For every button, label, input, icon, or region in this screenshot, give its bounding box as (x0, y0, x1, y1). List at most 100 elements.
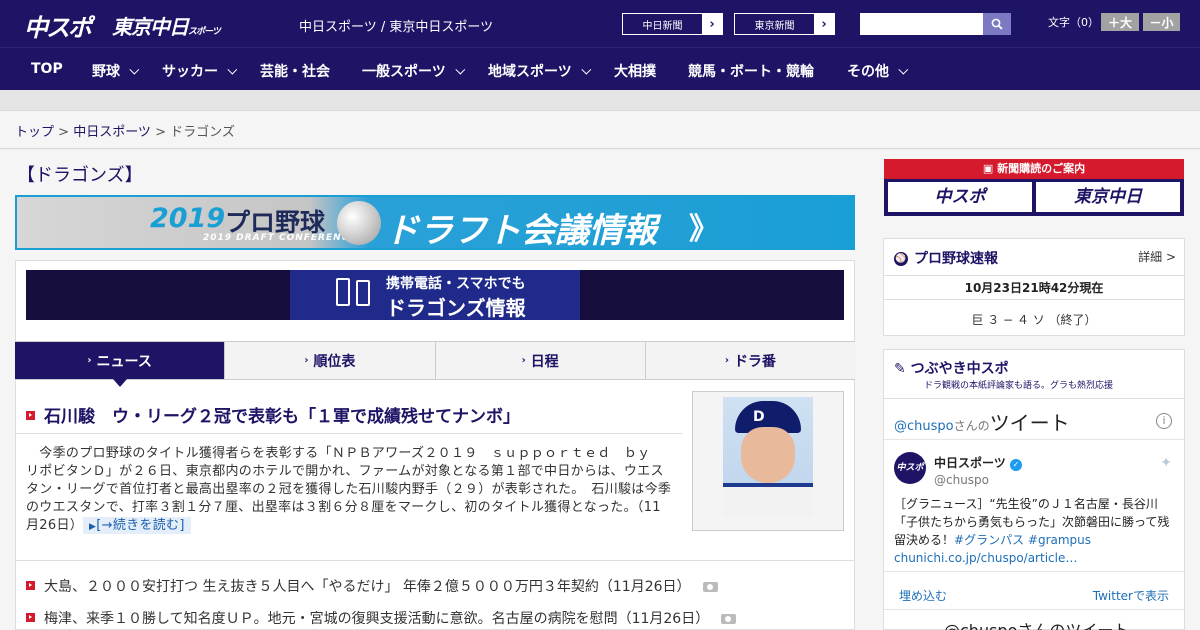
chevron-right-icon: › (87, 355, 92, 366)
list-item[interactable]: 大島、２０００安打打つ 生え抜き５人目へ「やるだけ」 年俸２億５０００万円３年契… (26, 576, 718, 596)
nav-label: 芸能・社会 (260, 64, 330, 80)
avatar[interactable]: 中スポ (894, 452, 926, 484)
breadcrumb-chunichi-sports[interactable]: 中日スポーツ (73, 125, 151, 140)
divider (884, 439, 1184, 440)
score-detail-link[interactable]: 詳細 > (1138, 248, 1176, 265)
top-bar: 中スポ 東京中日スポーツ 中日スポーツ / 東京中日スポーツ 中日新聞 › 東京… (0, 0, 1200, 47)
jersey (723, 483, 813, 517)
tab-label: 日程 (530, 353, 559, 370)
nav-item-regional-sports[interactable]: 地域スポーツ (488, 61, 592, 81)
breadcrumb-current: ドラゴンズ (170, 125, 235, 140)
news-title: 梅津、来季１０勝して知名度ＵＰ。地元・宮城の復興支援活動に意欲。名古屋の病院を慰… (44, 611, 710, 627)
nav-item-other[interactable]: その他 (847, 61, 909, 81)
nav-label: 競馬・ボート・競輪 (688, 64, 814, 80)
search-input[interactable] (860, 13, 983, 35)
mobile-banner[interactable]: 携帯電話・スマホでも ドラゴンズ情報 (26, 270, 844, 320)
newspaper-icon: ▣ (982, 162, 998, 175)
tweet-link[interactable]: chunichi.co.jp/chuspo/article… (894, 551, 1077, 565)
tab-schedule[interactable]: › 日程 (435, 342, 646, 379)
tweet-account-name-text: 中日スポーツ (934, 456, 1006, 470)
cap-logo: D (753, 409, 765, 425)
twitter-widget-title[interactable]: @chuspoさんのツイート (894, 407, 1070, 436)
tokyo-logo-text: 東京中日 (112, 15, 189, 39)
paper-link-label: 中日新聞 (623, 14, 702, 34)
twitter-footer[interactable]: @chuspoさんのツイート (944, 617, 1129, 630)
nav-item-sumo[interactable]: 大相撲 (614, 61, 656, 81)
tweet-account-name[interactable]: 中日スポーツ ✓ (934, 454, 1022, 471)
nav-label: 野球 (92, 64, 120, 80)
mobile-banner-line1: 携帯電話・スマホでも (386, 276, 526, 292)
tweets-promo-subtitle: ドラ観戦の本紙評論家も語る。グラも熱烈応援 (924, 381, 1114, 391)
score-timestamp: 10月23日21時42分現在 (964, 281, 1104, 295)
tweets-promo-title-text: つぶやき中スポ (910, 361, 1009, 377)
chevron-right-icon: › (821, 16, 827, 32)
tab-news[interactable]: › ニュース (15, 342, 226, 387)
player-photo[interactable]: D (723, 397, 813, 517)
read-more-label: [→続きを読む] (96, 518, 185, 533)
tokyo-shimbun-link[interactable]: 東京新聞 › (734, 13, 835, 35)
breadcrumb-top[interactable]: トップ (15, 125, 54, 140)
divider (16, 433, 682, 434)
nav-item-top[interactable]: TOP (31, 61, 63, 77)
mobile-banner-line2: ドラゴンズ情報 (386, 296, 526, 320)
search-button[interactable] (983, 13, 1011, 35)
chevron-right-icon: › (724, 355, 729, 366)
chuspo-logo[interactable]: 中スポ (24, 8, 92, 43)
top-story-headline[interactable]: 石川駿 ウ・リーグ２冠で表彰も「１軍で成績残せてナンボ」 (26, 402, 520, 427)
chevron-right-icon: › (709, 16, 715, 32)
camera-icon (702, 582, 718, 592)
nav-label: その他 (847, 64, 889, 80)
draft-banner[interactable]: 2019 プロ野球 2019 DRAFT CONFERENCE ドラフト会議情報… (15, 195, 855, 250)
nav-item-racing[interactable]: 競馬・ボート・競輪 (688, 61, 814, 81)
list-item[interactable]: 梅津、来季１０勝して知名度ＵＰ。地元・宮城の復興支援活動に意欲。名古屋の病院を慰… (26, 608, 737, 628)
font-size-label: 文字（0） (1048, 16, 1099, 29)
tab-standings[interactable]: › 順位表 (225, 342, 436, 379)
nav-label: 大相撲 (614, 64, 656, 80)
breadcrumb-separator: > (150, 125, 171, 140)
baseball-icon (337, 201, 381, 245)
twitter-tweet-word: ツイート (989, 411, 1070, 435)
twitter-bird-icon[interactable]: ✦ (1160, 455, 1172, 471)
embed-link[interactable]: 埋め込む (899, 587, 947, 604)
ad-strip (0, 90, 1200, 111)
divider (884, 609, 1184, 610)
nav-label: サッカー (162, 64, 218, 80)
nav-item-baseball[interactable]: 野球 (92, 61, 140, 81)
nav-item-entertainment[interactable]: 芸能・社会 (260, 61, 330, 81)
view-on-twitter-link[interactable]: Twitterで表示 (1093, 587, 1169, 604)
font-smaller-button[interactable]: －小 (1143, 13, 1180, 31)
headline-text: 石川駿 ウ・リーグ２冠で表彰も「１軍で成績残せてナンボ」 (44, 407, 520, 427)
draft-sub: 2019 DRAFT CONFERENCE (203, 233, 357, 243)
news-title: 大島、２０００安打打つ 生え抜き５人目へ「やるだけ」 年俸２億５０００万円３年契… (44, 579, 691, 595)
tab-dragons-reporter[interactable]: › ドラ番 (645, 342, 855, 379)
divider (16, 560, 854, 561)
smartphone-icon (356, 280, 370, 306)
font-bigger-button[interactable]: ＋大 (1101, 13, 1139, 31)
score-result[interactable]: 巨 ３ − ４ ソ （終了） (884, 311, 1184, 328)
nav-item-soccer[interactable]: サッカー (162, 61, 238, 81)
site-title: 中日スポーツ / 東京中日スポーツ (299, 20, 494, 35)
nav-item-general-sports[interactable]: 一般スポーツ (362, 61, 466, 81)
search-icon (991, 18, 1003, 30)
nav-label: 地域スポーツ (488, 64, 572, 80)
tweet-hashtag[interactable]: #グランパス (954, 533, 1024, 547)
tokyo-logo-small: スポーツ (188, 27, 221, 37)
tokyo-chunichi-logo[interactable]: 東京中日スポーツ (112, 11, 221, 40)
chunichi-shimbun-link[interactable]: 中日新聞 › (622, 13, 723, 35)
face (741, 427, 795, 483)
subscribe-chuspo-button[interactable]: 中スポ (888, 182, 1032, 212)
nav-label: TOP (31, 61, 63, 77)
breadcrumb-separator: > (54, 125, 74, 140)
section-tabs: › ニュース › 順位表 › 日程 › ドラ番 (15, 341, 855, 387)
tweet-body: ［グラニュース］“先生役”のＪ１名古屋・長谷川「子供たちから勇気もらった」次節磐… (894, 495, 1176, 567)
baseball-icon: ⚾ (894, 252, 908, 266)
chevron-right-icon: › (521, 355, 526, 366)
top-story-lead: 今季のプロ野球のタイトル獲得者らを表彰する「ＮＰＢアワーズ２０１９ ｓｕｐｐｏｒ… (26, 445, 674, 536)
double-chevron-icon: 》 (689, 212, 719, 247)
subscribe-tokyo-button[interactable]: 東京中日 (1036, 182, 1180, 212)
twitter-widget: @chuspoさんのツイート i 中スポ 中日スポーツ ✓ @chuspo ✦ … (883, 398, 1185, 630)
tweet-hashtag[interactable]: #grampus (1028, 533, 1091, 547)
info-icon[interactable]: i (1156, 413, 1172, 429)
read-more-link[interactable]: ▶[→続きを読む] (83, 517, 191, 534)
tweets-promo[interactable]: ✎ つぶやき中スポ ドラ観戦の本紙評論家も語る。グラも熱烈応援 (883, 349, 1185, 398)
